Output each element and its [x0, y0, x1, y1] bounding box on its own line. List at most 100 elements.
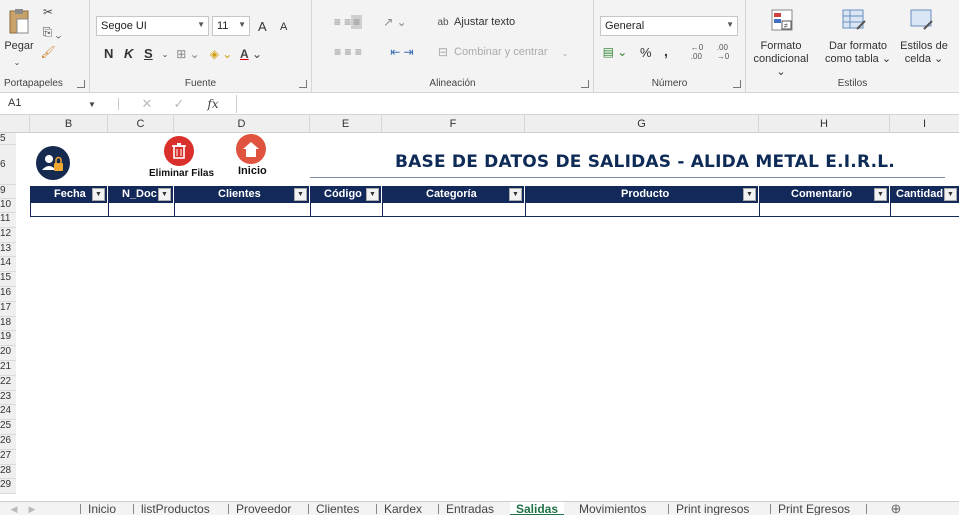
italic-button[interactable]: K	[124, 46, 133, 61]
row-header[interactable]: 16	[0, 287, 16, 302]
formula-input[interactable]	[236, 95, 957, 113]
number-format-select[interactable]: General ▼	[600, 16, 738, 36]
row-header[interactable]: 27	[0, 449, 16, 465]
users-button[interactable]	[36, 146, 70, 180]
merge-icon[interactable]: ⊟	[436, 44, 450, 60]
tab-salidas[interactable]: Salidas	[510, 502, 565, 515]
horizontal-align-icons[interactable]: ≡ ≡ ≡	[318, 44, 378, 60]
wrap-text-icon[interactable]: ab	[436, 14, 450, 30]
cancel-icon[interactable]: ✕	[140, 96, 154, 112]
row-header[interactable]: 13	[0, 242, 16, 258]
cell-styles-icon[interactable]	[910, 8, 934, 32]
wrap-text-button[interactable]: Ajustar texto	[454, 16, 515, 28]
format-painter-icon[interactable]: 🖌	[40, 44, 56, 60]
tab-print-egresos[interactable]: Print Egresos	[778, 502, 850, 515]
grow-font-button[interactable]: A	[258, 19, 267, 34]
table-cell[interactable]	[311, 203, 383, 217]
scroll-right-icon[interactable]: ▶	[26, 502, 38, 515]
borders-icon[interactable]: ⊞ ⌄	[176, 46, 200, 62]
comma-button[interactable]: ,	[664, 43, 668, 59]
tab-clientes[interactable]: Clientes	[316, 502, 359, 515]
row-header[interactable]: 5	[0, 133, 16, 145]
chevron-down-icon[interactable]: ⌄	[160, 46, 170, 62]
row-header[interactable]: 25	[0, 420, 16, 435]
insert-function-icon[interactable]: fx	[204, 96, 222, 112]
row-header[interactable]: 11	[0, 213, 16, 228]
paste-button[interactable]: Pegar	[2, 40, 36, 52]
column-header[interactable]: F	[382, 115, 525, 133]
font-name-select[interactable]: Segoe UI ▼	[96, 16, 209, 36]
fill-color-icon[interactable]: ◈ ⌄	[208, 46, 234, 62]
currency-icon[interactable]: ▤ ⌄	[602, 44, 628, 60]
table-cell[interactable]	[109, 203, 175, 217]
row-header[interactable]: 21	[0, 361, 16, 376]
shrink-font-button[interactable]: A	[280, 21, 287, 33]
home-button[interactable]	[236, 134, 266, 164]
delete-rows-label[interactable]: Eliminar Filas	[149, 168, 214, 179]
select-all-corner[interactable]	[0, 115, 30, 133]
table-row[interactable]	[30, 203, 959, 217]
column-header[interactable]: B	[30, 115, 108, 133]
table-cell[interactable]	[31, 203, 109, 217]
format-as-table-icon[interactable]	[842, 8, 866, 32]
enter-icon[interactable]: ✓	[172, 96, 186, 112]
increase-decimal-icon[interactable]: ←0.00	[686, 43, 708, 61]
column-header[interactable]: C	[108, 115, 174, 133]
column-header[interactable]: H	[759, 115, 890, 133]
row-header[interactable]: 29	[0, 479, 16, 495]
table-cell[interactable]	[175, 203, 311, 217]
orientation-icon[interactable]: ↗ ⌄	[382, 14, 408, 30]
scroll-left-icon[interactable]: ◀	[8, 502, 20, 515]
tab-listproductos[interactable]: listProductos	[141, 502, 210, 515]
filter-dropdown-icon[interactable]: ▼	[294, 188, 307, 201]
column-header[interactable]: E	[310, 115, 382, 133]
row-header[interactable]: 23	[0, 390, 16, 406]
filter-dropdown-icon[interactable]: ▼	[743, 188, 756, 201]
tab-kardex[interactable]: Kardex	[384, 502, 422, 515]
font-launcher-icon[interactable]	[299, 80, 307, 88]
add-sheet-icon[interactable]: ⊕	[888, 501, 904, 515]
column-header[interactable]: G	[525, 115, 759, 133]
row-header[interactable]: 10	[0, 199, 16, 213]
percent-button[interactable]: %	[640, 45, 652, 60]
filter-dropdown-icon[interactable]: ▼	[158, 188, 171, 201]
table-cell[interactable]	[760, 203, 891, 217]
row-header[interactable]: 28	[0, 464, 16, 480]
cell-styles-button[interactable]: Estilos de celda ⌄	[892, 40, 956, 66]
copy-icon[interactable]: ⎘ ⌄	[40, 24, 64, 40]
clipboard-launcher-icon[interactable]	[77, 80, 85, 88]
vertical-align-icons[interactable]: ≡ ≡ ≡	[318, 14, 378, 30]
conditional-format-icon[interactable]: ≠	[770, 8, 794, 32]
conditional-format-button[interactable]: Formato condicional ⌄	[748, 40, 814, 79]
filter-dropdown-icon[interactable]: ▼	[366, 188, 379, 201]
filter-dropdown-icon[interactable]: ▼	[92, 188, 105, 201]
font-size-select[interactable]: 11 ▼	[212, 16, 250, 36]
filter-dropdown-icon[interactable]: ▼	[944, 188, 957, 201]
row-header[interactable]: 18	[0, 316, 16, 332]
tab-proveedor[interactable]: Proveedor	[236, 502, 291, 515]
paste-icon[interactable]	[6, 6, 32, 36]
row-header[interactable]: 20	[0, 346, 16, 361]
chevron-down-icon[interactable]: ⌄	[560, 46, 570, 60]
row-header[interactable]: 24	[0, 405, 16, 421]
cut-icon[interactable]: ✂	[40, 4, 56, 20]
table-cell[interactable]	[383, 203, 526, 217]
format-as-table-button[interactable]: Dar formato como tabla ⌄	[824, 40, 892, 66]
row-header[interactable]: 22	[0, 375, 16, 391]
row-header[interactable]: 12	[0, 227, 16, 243]
filter-dropdown-icon[interactable]: ▼	[509, 188, 522, 201]
row-header[interactable]: 26	[0, 435, 16, 450]
merge-center-button[interactable]: Combinar y centrar	[454, 46, 548, 58]
tab-inicio[interactable]: Inicio	[88, 502, 116, 515]
row-header[interactable]: 6	[0, 145, 16, 185]
indent-icons[interactable]: ⇤ ⇥	[382, 44, 422, 60]
bold-button[interactable]: N	[104, 46, 113, 61]
decrease-decimal-icon[interactable]: .00 →0	[712, 43, 734, 61]
tab-entradas[interactable]: Entradas	[446, 502, 494, 515]
delete-rows-button[interactable]	[164, 136, 194, 166]
row-header[interactable]: 9	[0, 185, 16, 199]
column-header[interactable]: D	[174, 115, 310, 133]
row-header[interactable]: 15	[0, 272, 16, 287]
row-header[interactable]: 17	[0, 301, 16, 317]
paste-dropdown-icon[interactable]: ⌄	[10, 56, 24, 68]
